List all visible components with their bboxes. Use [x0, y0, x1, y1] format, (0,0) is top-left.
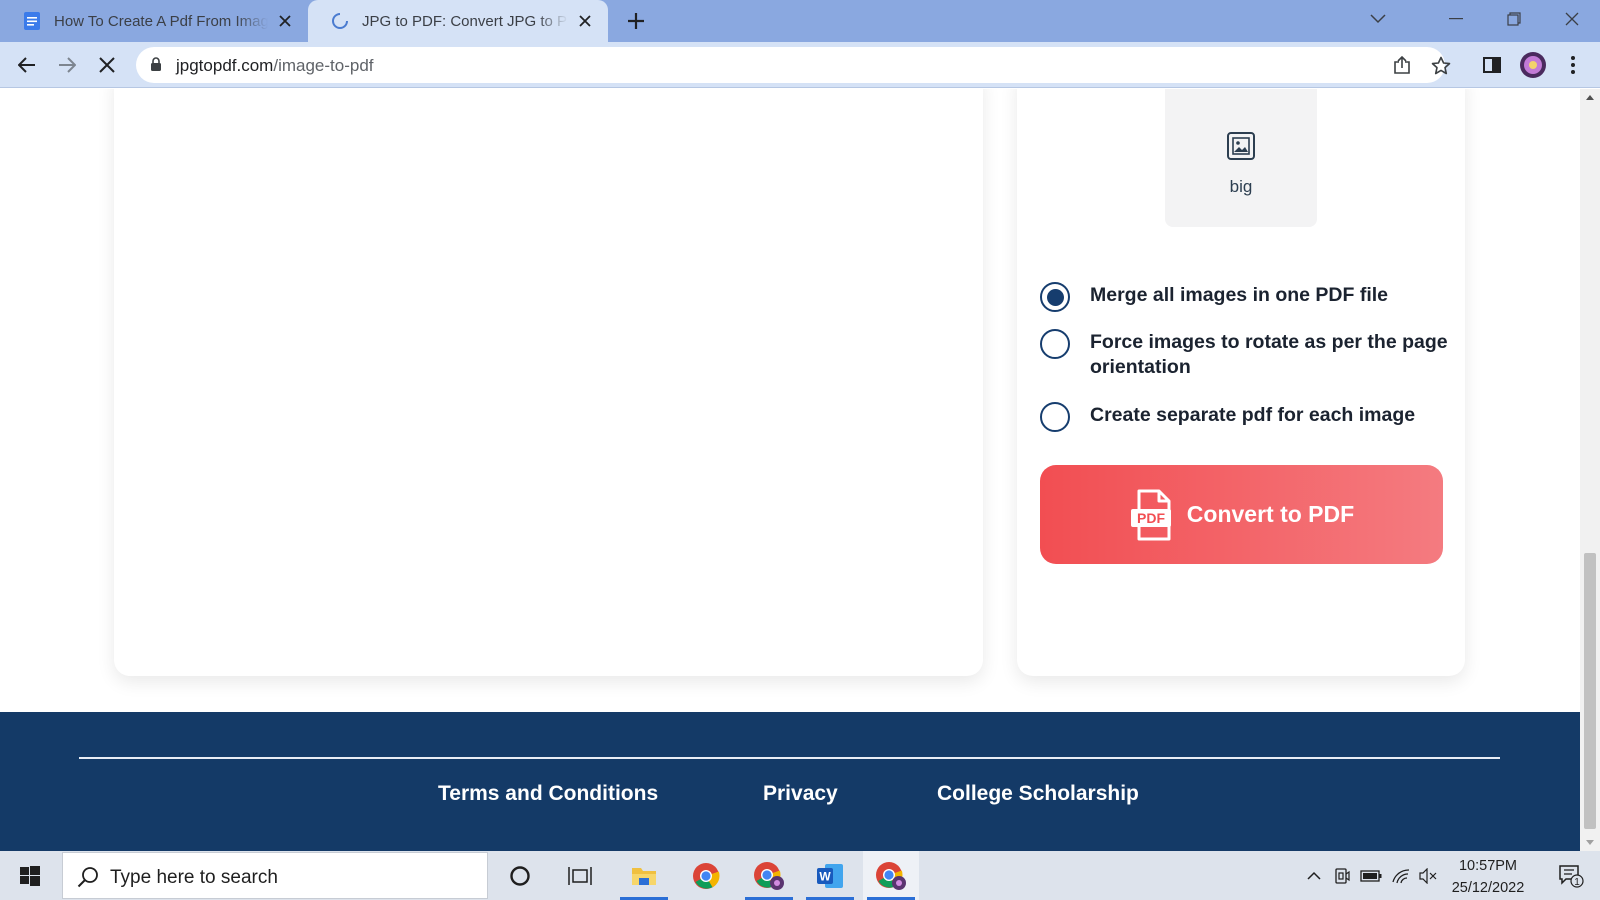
- word-icon[interactable]: W: [802, 851, 858, 900]
- pdf-icon-text: PDF: [1137, 510, 1165, 526]
- tab-title: How To Create A Pdf From Image: [54, 12, 268, 30]
- windows-start-icon[interactable]: [0, 851, 60, 900]
- windows-taskbar: Type here to search W 10:57PM 25/12/2022…: [0, 851, 1600, 900]
- radio-button[interactable]: [1040, 329, 1070, 359]
- close-tab-icon[interactable]: [276, 12, 294, 30]
- taskbar-clock[interactable]: 10:57PM 25/12/2022: [1438, 855, 1538, 899]
- tab-jpg-to-pdf[interactable]: JPG to PDF: Convert JPG to PDF Online: [308, 0, 608, 42]
- docs-icon: [24, 12, 40, 30]
- side-panel-icon[interactable]: [1478, 51, 1506, 79]
- footer-link-terms[interactable]: Terms and Conditions: [438, 782, 658, 806]
- cortana-icon[interactable]: [492, 851, 548, 900]
- clock-time: 10:57PM: [1458, 858, 1518, 874]
- wifi-icon[interactable]: [1388, 851, 1414, 900]
- battery-icon[interactable]: [1358, 851, 1384, 900]
- restore-icon[interactable]: [1486, 0, 1542, 38]
- tab-how-to-create-pdf[interactable]: How To Create A Pdf From Image: [0, 0, 308, 42]
- show-hidden-icons-chevron-icon[interactable]: [1302, 851, 1326, 900]
- clock-date: 25/12/2022: [1451, 880, 1525, 896]
- chrome-active-window-icon[interactable]: [863, 851, 919, 900]
- option-merge-images[interactable]: Merge all images in one PDF file: [1040, 282, 1450, 312]
- option-separate-pdf[interactable]: Create separate pdf for each image: [1040, 402, 1450, 432]
- radio-button-selected[interactable]: [1040, 282, 1070, 312]
- url-path: /image-to-pdf: [273, 56, 374, 75]
- url-host: jpgtopdf.com: [176, 56, 274, 75]
- option-force-rotate[interactable]: Force images to rotate as per the page o…: [1040, 329, 1450, 380]
- address-bar[interactable]: jpgtopdf.com/image-to-pdf: [136, 47, 1451, 83]
- back-icon[interactable]: [13, 51, 41, 79]
- taskbar-search-box[interactable]: Type here to search: [62, 852, 488, 899]
- image-preview-panel: [114, 89, 983, 676]
- page-scrollbar[interactable]: [1580, 89, 1600, 851]
- search-icon: [77, 867, 98, 888]
- close-tab-icon[interactable]: [576, 12, 594, 30]
- footer-link-privacy[interactable]: Privacy: [763, 782, 838, 806]
- task-view-icon[interactable]: [552, 851, 608, 900]
- convert-button-label: Convert to PDF: [1186, 501, 1355, 527]
- loading-spinner-icon: [332, 13, 348, 29]
- browser-toolbar: jpgtopdf.com/image-to-pdf: [0, 42, 1600, 88]
- share-icon[interactable]: [1390, 53, 1414, 77]
- scrollbar-thumb[interactable]: [1584, 553, 1596, 829]
- tab-title: JPG to PDF: Convert JPG to PDF Online: [362, 12, 568, 30]
- volume-muted-icon[interactable]: [1416, 851, 1440, 900]
- new-tab-button[interactable]: [624, 9, 648, 33]
- chrome-icon[interactable]: [678, 851, 734, 900]
- notification-center-icon[interactable]: 1: [1548, 851, 1594, 900]
- page-size-label: big: [1229, 177, 1253, 196]
- more-menu-icon[interactable]: [1559, 51, 1587, 79]
- scroll-down-arrow-icon[interactable]: [1586, 840, 1594, 845]
- stop-loading-icon[interactable]: [93, 51, 121, 79]
- meet-now-icon[interactable]: [1330, 851, 1354, 900]
- search-placeholder: Type here to search: [110, 867, 278, 888]
- notification-count: 1: [1574, 877, 1580, 888]
- url-text: jpgtopdf.com/image-to-pdf: [176, 56, 374, 76]
- bookmark-star-icon[interactable]: [1429, 53, 1453, 77]
- footer-link-scholarship[interactable]: College Scholarship: [937, 782, 1139, 806]
- close-window-icon[interactable]: [1544, 0, 1600, 38]
- forward-icon[interactable]: [53, 51, 81, 79]
- page-viewport: big Merge all images in one PDF file For…: [0, 89, 1580, 851]
- file-explorer-icon[interactable]: [616, 851, 672, 900]
- tab-search-chevron-icon[interactable]: [1350, 0, 1406, 38]
- site-footer: Terms and Conditions Privacy College Sch…: [0, 712, 1580, 851]
- option-label: Force images to rotate as per the page o…: [1090, 331, 1448, 378]
- chrome-profile-icon[interactable]: [741, 851, 797, 900]
- footer-divider: [79, 757, 1500, 759]
- convert-to-pdf-button[interactable]: PDF Convert to PDF: [1040, 465, 1443, 564]
- lock-icon: [151, 57, 161, 71]
- pdf-file-icon: PDF: [1130, 489, 1171, 540]
- image-icon: [1227, 132, 1255, 160]
- browser-tab-strip: How To Create A Pdf From Image JPG to PD…: [0, 0, 1600, 42]
- profile-avatar[interactable]: [1519, 51, 1547, 79]
- scroll-up-arrow-icon[interactable]: [1586, 95, 1594, 100]
- option-label: Create separate pdf for each image: [1090, 404, 1416, 426]
- page-size-option-big[interactable]: big: [1165, 89, 1317, 227]
- svg-text:W: W: [819, 869, 831, 883]
- minimize-icon[interactable]: [1428, 0, 1484, 38]
- radio-button[interactable]: [1040, 402, 1070, 432]
- option-label: Merge all images in one PDF file: [1090, 284, 1388, 306]
